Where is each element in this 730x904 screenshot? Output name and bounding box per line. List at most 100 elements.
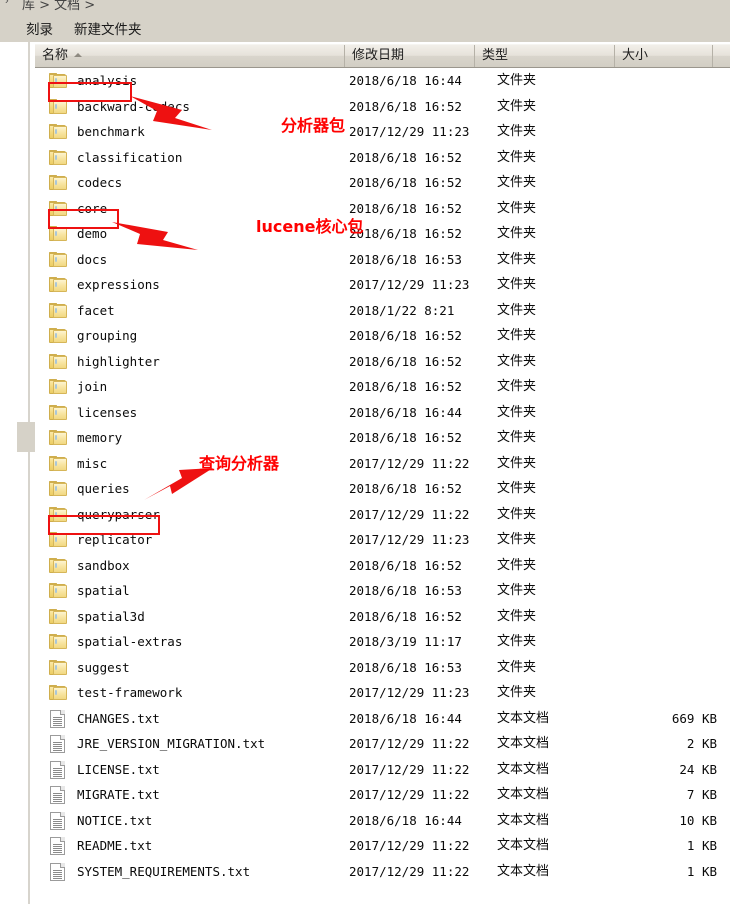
column-header-name[interactable]: 名称 [35, 45, 345, 67]
file-date-modified: 2017/12/29 11:22 [349, 787, 470, 802]
file-size [610, 400, 717, 426]
burn-button[interactable]: 刻录 [26, 18, 53, 38]
file-row[interactable]: backward-codecs 2018/6/18 16:52 文件夹 [35, 94, 730, 120]
file-size [610, 170, 717, 196]
file-row[interactable]: queries 2018/6/18 16:52 文件夹 [35, 476, 730, 502]
file-size: 10 KB [679, 812, 717, 828]
file-date-modified: 2017/12/29 11:22 [349, 761, 470, 777]
file-date-modified: 2018/6/18 16:52 [349, 353, 462, 369]
file-type: 文件夹 [497, 277, 537, 292]
file-date-modified: 2018/3/19 11:17 [349, 634, 462, 649]
file-type: 文件夹 [497, 379, 537, 394]
file-size: 669 KB [671, 710, 717, 726]
column-header-date-modified[interactable]: 修改日期 [345, 45, 475, 67]
file-row[interactable]: test-framework 2017/12/29 11:23 文件夹 [35, 680, 730, 706]
file-row[interactable]: spatial3d 2018/6/18 16:52 文件夹 [35, 604, 730, 630]
file-row[interactable]: grouping 2018/6/18 16:52 文件夹 [35, 323, 730, 349]
file-date-modified: 2018/6/18 16:52 [349, 379, 462, 394]
breadcrumb[interactable]: 库 > 文档 > [22, 0, 95, 13]
file-row[interactable]: replicator 2017/12/29 11:23 文件夹 [35, 527, 730, 553]
file-row[interactable]: misc 2017/12/29 11:22 文件夹 [35, 451, 730, 477]
address-bar[interactable]: › 库 > 文档 > [0, 0, 730, 14]
file-row[interactable]: highlighter 2018/6/18 16:52 文件夹 [35, 349, 730, 375]
file-name: queryparser [77, 506, 160, 522]
pane-splitter[interactable] [28, 42, 30, 904]
file-row[interactable]: core 2018/6/18 16:52 文件夹 [35, 196, 730, 222]
file-row[interactable]: demo 2018/6/18 16:52 文件夹 [35, 221, 730, 247]
file-date-modified: 2018/6/18 16:44 [349, 73, 462, 88]
file-size [610, 629, 717, 655]
file-size [610, 196, 717, 222]
file-name: highlighter [77, 353, 160, 369]
file-row[interactable]: sandbox 2018/6/18 16:52 文件夹 [35, 553, 730, 579]
file-row[interactable]: suggest 2018/6/18 16:53 文件夹 [35, 655, 730, 681]
file-type: 文件夹 [497, 124, 537, 139]
file-name: suggest [77, 659, 130, 675]
file-type: 文件夹 [497, 302, 537, 318]
file-name: queries [77, 481, 130, 496]
column-header-name-label: 名称 [42, 48, 69, 63]
file-row[interactable]: facet 2018/1/22 8:21 文件夹 [35, 298, 730, 324]
file-size [610, 604, 717, 630]
file-name: spatial-extras [77, 634, 183, 649]
file-row[interactable]: JRE_VERSION_MIGRATION.txt 2017/12/29 11:2… [35, 731, 730, 757]
file-date-modified: 2017/12/29 11:23 [349, 124, 470, 139]
file-row[interactable]: codecs 2018/6/18 16:52 文件夹 [35, 170, 730, 196]
file-name: memory [77, 430, 123, 445]
column-header-type[interactable]: 类型 [475, 45, 615, 67]
file-name: docs [77, 251, 108, 267]
file-type: 文件夹 [497, 328, 537, 343]
file-row[interactable]: CHANGES.txt 2018/6/18 16:44 文本文档 669 KB [35, 706, 730, 732]
file-type: 文本文档 [497, 787, 550, 802]
file-row[interactable]: expressions 2017/12/29 11:23 文件夹 [35, 272, 730, 298]
file-date-modified: 2017/12/29 11:22 [349, 838, 470, 853]
file-type: 文件夹 [497, 251, 537, 267]
file-type: 文件夹 [497, 73, 537, 88]
file-row[interactable]: MIGRATE.txt 2017/12/29 11:22 文本文档 7 KB [35, 782, 730, 808]
file-row[interactable]: memory 2018/6/18 16:52 文件夹 [35, 425, 730, 451]
file-date-modified: 2018/6/18 16:52 [349, 226, 462, 241]
file-row[interactable]: NOTICE.txt 2018/6/18 16:44 文本文档 10 KB [35, 808, 730, 834]
file-name: LICENSE.txt [77, 761, 160, 777]
file-name: SYSTEM_REQUIREMENTS.txt [77, 863, 251, 879]
file-name: JRE_VERSION_MIGRATION.txt [77, 736, 266, 751]
file-row[interactable]: classification 2018/6/18 16:52 文件夹 [35, 145, 730, 171]
file-size [610, 272, 717, 298]
column-header-size[interactable]: 大小 [615, 45, 713, 67]
file-date-modified: 2018/6/18 16:52 [349, 149, 462, 165]
file-date-modified: 2018/6/18 16:44 [349, 812, 462, 828]
new-folder-button[interactable]: 新建文件夹 [74, 18, 142, 38]
file-type: 文件夹 [497, 685, 537, 700]
file-name: join [77, 379, 108, 394]
file-name: misc [77, 455, 108, 471]
file-type: 文件夹 [497, 353, 537, 369]
file-name: codecs [77, 175, 123, 190]
file-date-modified: 2017/12/29 11:22 [349, 455, 470, 471]
file-row[interactable]: LICENSE.txt 2017/12/29 11:22 文本文档 24 KB [35, 757, 730, 783]
file-row[interactable]: analysis 2018/6/18 16:44 文件夹 [35, 68, 730, 94]
file-row[interactable]: docs 2018/6/18 16:53 文件夹 [35, 247, 730, 273]
file-row[interactable]: join 2018/6/18 16:52 文件夹 [35, 374, 730, 400]
file-row[interactable]: SYSTEM_REQUIREMENTS.txt 2017/12/29 11:22 文… [35, 859, 730, 885]
file-list[interactable]: analysis 2018/6/18 16:44 文件夹 backward-codec… [35, 68, 730, 904]
toolbar: 刻录 新建文件夹 [0, 14, 730, 42]
file-name: licenses [77, 404, 138, 420]
file-row[interactable]: spatial-extras 2018/3/19 11:17 文件夹 [35, 629, 730, 655]
file-size [610, 451, 717, 477]
file-date-modified: 2017/12/29 11:23 [349, 532, 470, 547]
file-row[interactable]: README.txt 2017/12/29 11:22 文本文档 1 KB [35, 833, 730, 859]
file-date-modified: 2017/12/29 11:22 [349, 506, 470, 522]
file-name: test-framework [77, 685, 183, 700]
file-row[interactable]: licenses 2018/6/18 16:44 文件夹 [35, 400, 730, 426]
file-date-modified: 2018/6/18 16:44 [349, 404, 462, 420]
file-size [610, 145, 717, 171]
file-row[interactable]: spatial 2018/6/18 16:53 文件夹 [35, 578, 730, 604]
file-row[interactable]: queryparser 2017/12/29 11:22 文件夹 [35, 502, 730, 528]
file-date-modified: 2018/6/18 16:52 [349, 98, 462, 114]
file-type: 文件夹 [497, 506, 537, 522]
file-row[interactable]: benchmark 2017/12/29 11:23 文件夹 [35, 119, 730, 145]
file-size [610, 68, 717, 94]
file-type: 文本文档 [497, 812, 550, 828]
file-size [610, 374, 717, 400]
file-type: 文件夹 [497, 175, 537, 190]
